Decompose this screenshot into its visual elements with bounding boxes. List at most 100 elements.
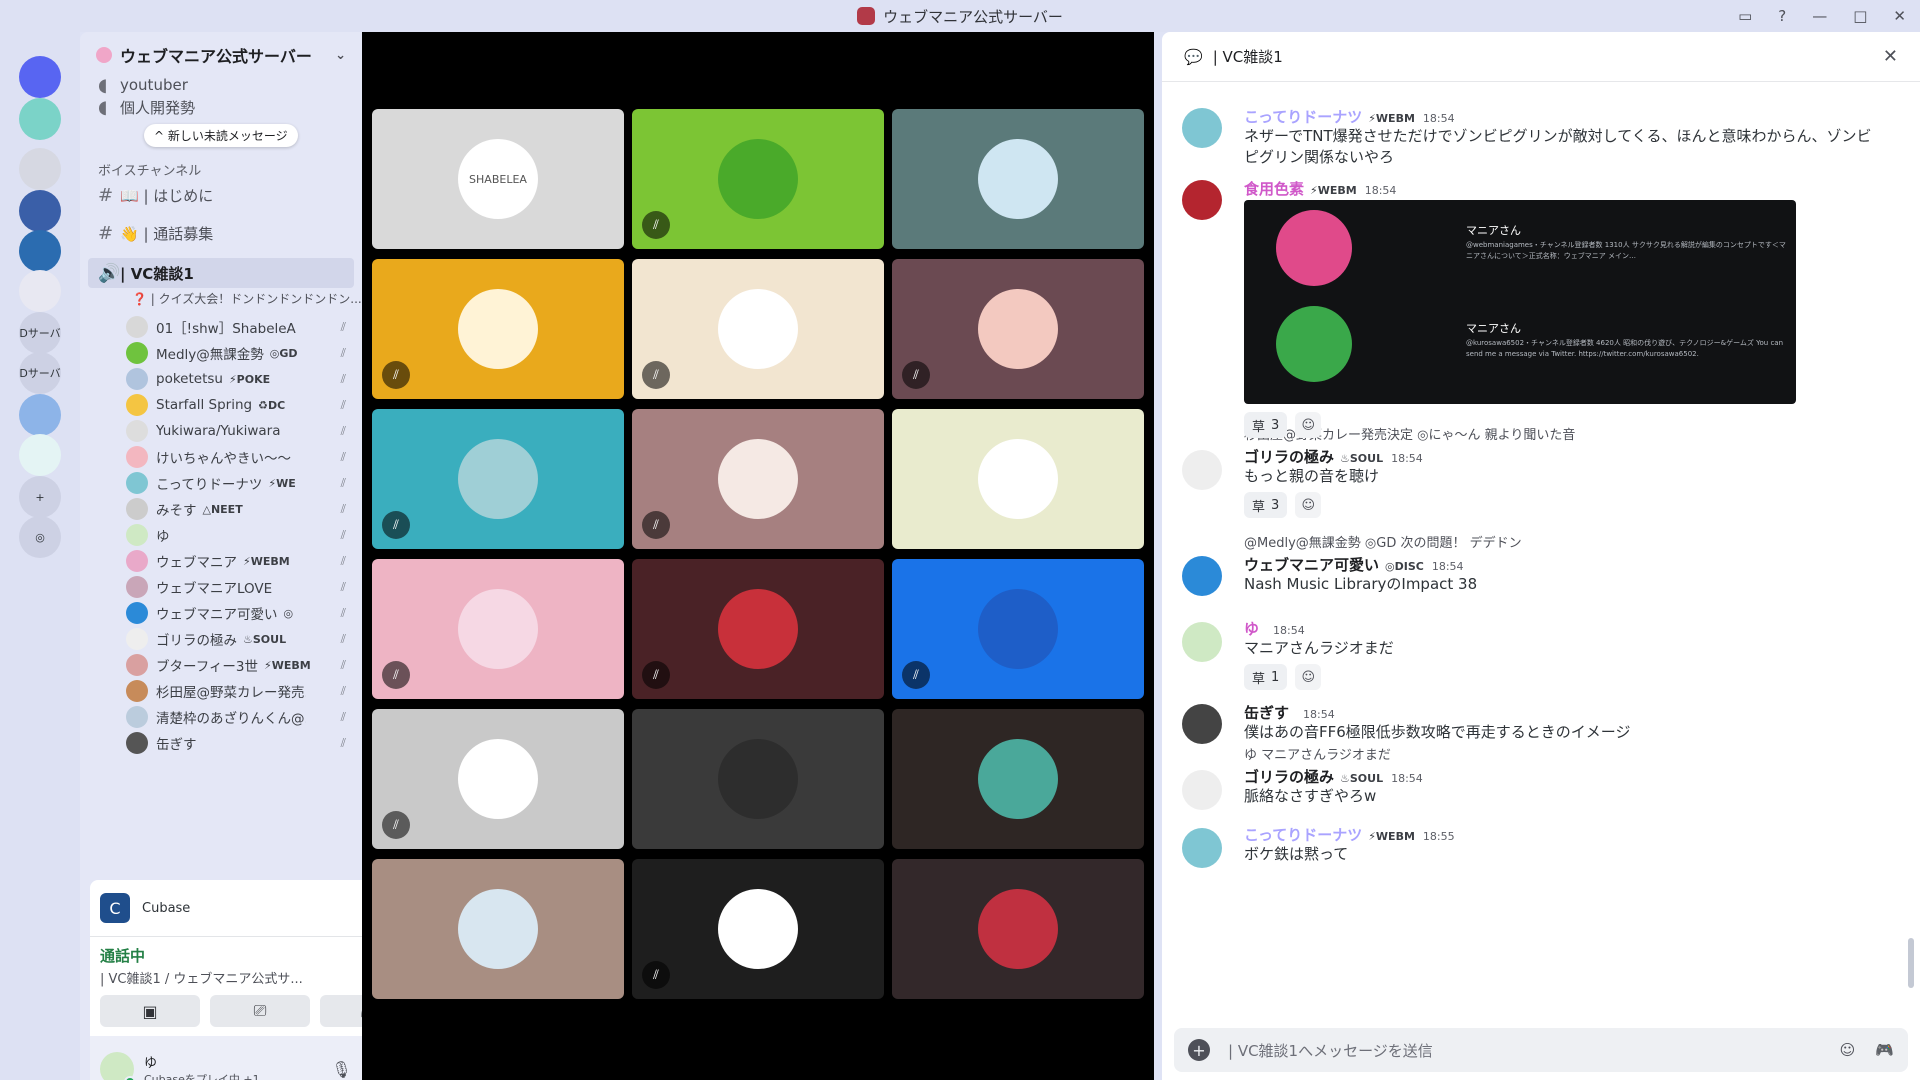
server-icon[interactable]: Dサーバ <box>19 312 61 354</box>
participant-tile[interactable]: ⫽ <box>632 109 884 249</box>
reaction-pill[interactable]: 草3 <box>1244 492 1288 518</box>
maximize-icon[interactable]: □ <box>1853 7 1867 25</box>
participant-tile[interactable]: ⫽ <box>892 559 1144 699</box>
server-icon[interactable] <box>19 56 61 98</box>
server-icon[interactable] <box>19 270 61 312</box>
voice-member[interactable]: Yukiwara/Yukiwara ⫽ <box>126 418 354 444</box>
author-avatar[interactable] <box>1182 770 1222 810</box>
voice-member[interactable]: こってりドーナツ ⚡WE ⫽ <box>126 470 354 496</box>
category-voice[interactable]: ボイスチャンネル <box>98 160 201 179</box>
reaction-pill[interactable]: 草3 <box>1244 412 1288 438</box>
add-reaction-icon[interactable]: ☺ <box>1295 412 1322 438</box>
voice-member[interactable]: ブターフィー3世 ⚡WEBM ⫽ <box>126 652 354 678</box>
participant-tile[interactable] <box>892 409 1144 549</box>
participant-tile[interactable] <box>892 859 1144 999</box>
voice-member[interactable]: ウェブマニアLOVE ⫽ <box>126 574 354 600</box>
author-avatar[interactable] <box>1182 450 1222 490</box>
participant-tile[interactable]: ⫽ <box>892 259 1144 399</box>
server-icon[interactable] <box>19 230 61 272</box>
author-avatar[interactable] <box>1182 622 1222 662</box>
participant-tile[interactable]: ⫽ <box>632 859 884 999</box>
author-name[interactable]: こってりドーナツ <box>1244 108 1362 126</box>
voice-member[interactable]: ゴリラの極み ♨SOUL ⫽ <box>126 626 354 652</box>
help-icon[interactable]: ? <box>1778 7 1786 25</box>
close-chat-icon[interactable]: ✕ <box>1883 46 1898 67</box>
participant-tile[interactable]: ⫽ <box>632 259 884 399</box>
chat-scrollbar[interactable] <box>1908 938 1914 988</box>
reaction-pill[interactable]: 草1 <box>1244 664 1288 690</box>
participant-tile[interactable] <box>892 109 1144 249</box>
server-icon[interactable] <box>19 394 61 436</box>
voice-member[interactable]: ウェブマニア可愛い ◎ ⫽ <box>126 600 354 626</box>
channel-vc-zatsudan-1[interactable]: 🔊 | VC雑談1 <box>88 258 354 288</box>
participant-tile[interactable]: ⫽ <box>372 259 624 399</box>
embed-description: @kurosawa6502・チャンネル登録者数 4620人 昭和の伐り遊び、テク… <box>1466 339 1784 358</box>
channel-call-recruit[interactable]: # 👋 | 通話募集 <box>88 218 354 248</box>
participant-tile[interactable]: ⫽ <box>372 559 624 699</box>
add-reaction-icon[interactable]: ☺ <box>1295 492 1322 518</box>
voice-member[interactable]: poketetsu ⚡POKE ⫽ <box>126 366 354 392</box>
voice-member[interactable]: 清楚枠のあざりんくん@... ⫽ <box>126 704 354 730</box>
voice-member[interactable]: ウェブマニア ⚡WEBM ⫽ <box>126 548 354 574</box>
author-name[interactable]: ウェブマニア可愛い <box>1244 556 1379 574</box>
server-icon[interactable]: Dサーバ <box>19 352 61 394</box>
participant-tile[interactable]: SHABELEA <box>372 109 624 249</box>
gamepad-icon[interactable]: 🎮 <box>1875 1041 1894 1059</box>
author-name[interactable]: こってりドーナツ <box>1244 826 1362 844</box>
voice-member[interactable]: みそす △NEET ⫽ <box>126 496 354 522</box>
message-composer[interactable]: + | VC雑談1へメッセージを送信 ☺ 🎮 <box>1174 1028 1908 1072</box>
camera-off-button[interactable]: ▣ <box>100 995 200 1027</box>
author-avatar[interactable] <box>1182 828 1222 868</box>
member-guild-tag: ⚡WEBM <box>243 554 290 568</box>
author-name[interactable]: ゆ <box>1244 620 1259 638</box>
author-name[interactable]: ゴリラの極み <box>1244 448 1334 466</box>
participant-tile[interactable] <box>372 859 624 999</box>
author-avatar[interactable] <box>1182 704 1222 744</box>
voice-member[interactable]: けいちゃんやきい〜〜 ⫽ <box>126 444 354 470</box>
microphone-icon[interactable]: 🎙 <box>331 1060 351 1079</box>
participant-tile[interactable]: ⫽ <box>632 559 884 699</box>
reply-reference[interactable]: @Medly@無課金勢 ◎GD 次の問題！ デデドン <box>1244 532 1522 551</box>
server-icon[interactable] <box>19 434 61 476</box>
voice-channel-link[interactable]: | VC雑談1 / ウェブマニア公式サ... <box>100 968 340 987</box>
voice-member[interactable]: 01［!shw］ShabeleA ⫽ <box>126 314 354 340</box>
voice-member[interactable]: 缶ぎす ⫽ <box>126 730 354 756</box>
voice-member[interactable]: Starfall Spring ♻DC ⫽ <box>126 392 354 418</box>
author-avatar[interactable] <box>1182 180 1222 220</box>
author-avatar[interactable] <box>1182 556 1222 596</box>
channel-welcome[interactable]: # 📖 | はじめに <box>88 180 354 210</box>
emoji-icon[interactable]: ☺ <box>1840 1041 1856 1059</box>
member-avatar <box>126 680 148 702</box>
voice-member[interactable]: Medly@無課金勢 ◎GD ⫽ <box>126 340 354 366</box>
server-header[interactable]: ウェブマニア公式サーバー ⌄ <box>80 32 362 78</box>
link-embed[interactable]: マニアさん @webmaniagames・チャンネル登録者数 1310人 サクサク… <box>1244 200 1796 404</box>
server-icon[interactable]: ◎ <box>19 516 61 558</box>
close-icon[interactable]: ✕ <box>1893 7 1906 25</box>
add-reaction-icon[interactable]: ☺ <box>1295 664 1322 690</box>
author-avatar[interactable] <box>1182 108 1222 148</box>
author-name[interactable]: 缶ぎす <box>1244 704 1289 722</box>
author-name[interactable]: ゴリラの極み <box>1244 768 1334 786</box>
participant-tile[interactable] <box>892 709 1144 849</box>
screen-share-button[interactable]: ⎚ <box>210 995 310 1027</box>
participant-tile[interactable]: ⫽ <box>632 409 884 549</box>
user-avatar[interactable] <box>100 1052 136 1080</box>
voice-member[interactable]: 杉田屋@野菜カレー発売... ⫽ <box>126 678 354 704</box>
new-unread-pill[interactable]: ^ 新しい未読メッセージ <box>144 124 298 147</box>
add-attachment-icon[interactable]: + <box>1188 1039 1210 1061</box>
channel-indie-dev[interactable]: ◖ 個人開発勢 <box>88 92 354 122</box>
participant-tile[interactable]: ⫽ <box>372 409 624 549</box>
server-icon[interactable] <box>19 190 61 232</box>
message-input[interactable]: | VC雑談1へメッセージを送信 <box>1228 1040 1433 1061</box>
server-icon[interactable] <box>19 148 61 190</box>
participant-tile[interactable] <box>632 709 884 849</box>
member-name: poketetsu <box>156 371 223 387</box>
reply-reference[interactable]: ゆ マニアさんラジオまだ <box>1244 744 1391 763</box>
author-name[interactable]: 食用色素 <box>1244 180 1304 198</box>
server-icon[interactable] <box>19 98 61 140</box>
minimize-icon[interactable]: — <box>1812 7 1827 25</box>
inbox-icon[interactable]: ▭ <box>1738 7 1752 25</box>
voice-member[interactable]: ゆ ⫽ <box>126 522 354 548</box>
server-icon[interactable]: + <box>19 476 61 518</box>
participant-tile[interactable]: ⫽ <box>372 709 624 849</box>
